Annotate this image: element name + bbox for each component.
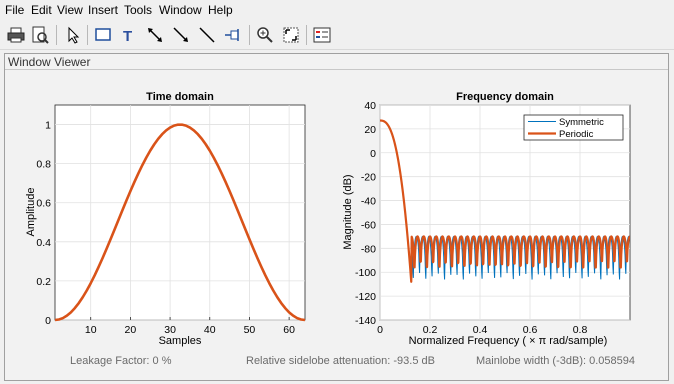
time-xtick-label: 40 <box>204 324 216 336</box>
freq-ytick-label: -100 <box>355 267 376 279</box>
frequency-domain-plot[interactable]: 0 0.2 0.4 0.6 0.840200-20-40-60-80-100-120-1… <box>342 91 631 347</box>
legend-label-symmetric: Symmetric <box>559 117 604 128</box>
sidelobe-attenuation-text: Relative sidelobe attenuation: -93.5 dB <box>246 355 435 367</box>
frequency-domain-title: Frequency domain <box>456 91 554 103</box>
freq-ytick-label: 20 <box>364 124 376 136</box>
freq-ytick-label: -20 <box>361 172 376 184</box>
freq-ytick-label: -60 <box>361 219 376 231</box>
freq-ytick-label: 0 <box>370 148 376 160</box>
time-domain-axes <box>54 104 306 321</box>
freq-ytick-label: -40 <box>361 196 376 208</box>
frequency-legend[interactable]: Symmetric Periodic <box>523 114 624 141</box>
frequency-domain-xlabel: Normalized Frequency ( × π rad/sample) <box>409 335 608 347</box>
time-ytick-label: 1 <box>45 120 51 132</box>
time-xtick-label: 20 <box>125 324 137 336</box>
time-domain-xlabel: Samples <box>159 335 202 347</box>
freq-ytick-label: -120 <box>355 291 376 303</box>
charts-canvas: 10 20 30 40 50 6000.20.40.60.81 Time domain S… <box>25 91 631 347</box>
time-xtick-label: 60 <box>283 324 295 336</box>
freq-ytick-label: -140 <box>355 315 376 327</box>
time-ytick-label: 0.4 <box>36 237 51 249</box>
time-ytick-label: 0.2 <box>36 276 51 288</box>
time-domain-title: Time domain <box>146 91 214 103</box>
time-ytick-label: 0 <box>45 315 51 327</box>
time-xtick-label: 10 <box>85 324 97 336</box>
time-ytick-label: 0.6 <box>36 198 51 210</box>
mainlobe-width-text: Mainlobe width (-3dB): 0.058594 <box>476 355 635 367</box>
time-domain-plot[interactable]: 10 20 30 40 50 6000.20.40.60.81 Time domain S… <box>25 91 306 347</box>
time-xtick-label: 50 <box>244 324 256 336</box>
frequency-domain-ylabel: Magnitude (dB) <box>342 174 354 249</box>
freq-ytick-label: -80 <box>361 243 376 255</box>
leakage-factor-text: Leakage Factor: 0 % <box>70 355 172 367</box>
freq-xtick-label: 0 <box>377 324 383 336</box>
freq-ytick-label: 40 <box>364 100 376 112</box>
time-domain-ylabel: Amplitude <box>25 188 37 237</box>
legend-label-periodic: Periodic <box>559 129 594 140</box>
time-ytick-label: 0.8 <box>36 159 51 171</box>
